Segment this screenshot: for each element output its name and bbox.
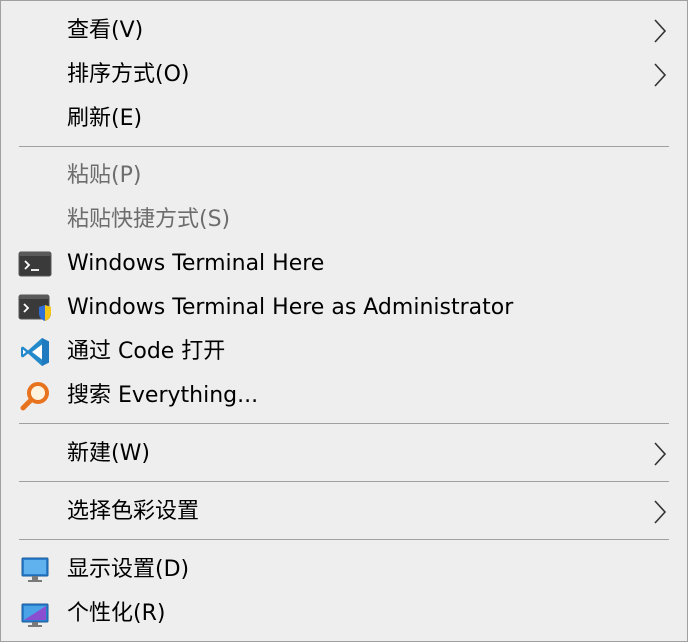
menu-separator (19, 481, 669, 482)
menu-item-paste[interactable]: 粘贴(P) (1, 154, 687, 198)
menu-item-label: 个性化(R) (67, 601, 166, 626)
terminal-admin-icon (18, 291, 52, 325)
chevron-right-icon (654, 19, 667, 43)
menu-item-windows-terminal[interactable]: Windows Terminal Here (1, 242, 687, 286)
menu-item-label: 排序方式(O) (67, 62, 190, 87)
desktop-context-menu: 查看(V) 排序方式(O) 刷新(E) 粘贴(P) 粘贴快捷方式(S) Wind… (0, 0, 688, 642)
menu-item-paste-shortcut[interactable]: 粘贴快捷方式(S) (1, 198, 687, 242)
menu-item-display-settings[interactable]: 显示设置(D) (1, 548, 687, 592)
menu-separator (19, 423, 669, 424)
menu-separator (19, 539, 669, 540)
menu-item-label: 选择色彩设置 (67, 499, 200, 524)
menu-item-label: 显示设置(D) (67, 557, 190, 582)
menu-item-label: 查看(V) (67, 18, 144, 43)
menu-item-label: Windows Terminal Here as Administrator (67, 295, 514, 320)
chevron-right-icon (654, 63, 667, 87)
vscode-icon (18, 335, 52, 369)
menu-item-label: 新建(W) (67, 441, 150, 466)
menu-item-label: 刷新(E) (67, 106, 143, 131)
menu-separator (19, 146, 669, 147)
menu-item-label: Windows Terminal Here (67, 251, 325, 276)
menu-item-label: 粘贴快捷方式(S) (67, 207, 231, 232)
menu-item-personalize[interactable]: 个性化(R) (1, 592, 687, 636)
personalize-icon (18, 597, 52, 631)
display-settings-icon (18, 553, 52, 587)
menu-item-label: 搜索 Everything... (67, 383, 259, 408)
menu-item-open-with-code[interactable]: 通过 Code 打开 (1, 330, 687, 374)
menu-item-color-settings[interactable]: 选择色彩设置 (1, 490, 687, 534)
menu-item-search-everything[interactable]: 搜索 Everything... (1, 374, 687, 418)
everything-search-icon (18, 379, 52, 413)
chevron-right-icon (654, 500, 667, 524)
menu-item-sort-by[interactable]: 排序方式(O) (1, 53, 687, 97)
menu-item-view[interactable]: 查看(V) (1, 9, 687, 53)
menu-item-refresh[interactable]: 刷新(E) (1, 97, 687, 141)
menu-item-new[interactable]: 新建(W) (1, 432, 687, 476)
menu-item-label: 通过 Code 打开 (67, 339, 226, 364)
terminal-icon (18, 247, 52, 281)
menu-item-windows-terminal-admin[interactable]: Windows Terminal Here as Administrator (1, 286, 687, 330)
chevron-right-icon (654, 442, 667, 466)
menu-item-label: 粘贴(P) (67, 163, 142, 188)
